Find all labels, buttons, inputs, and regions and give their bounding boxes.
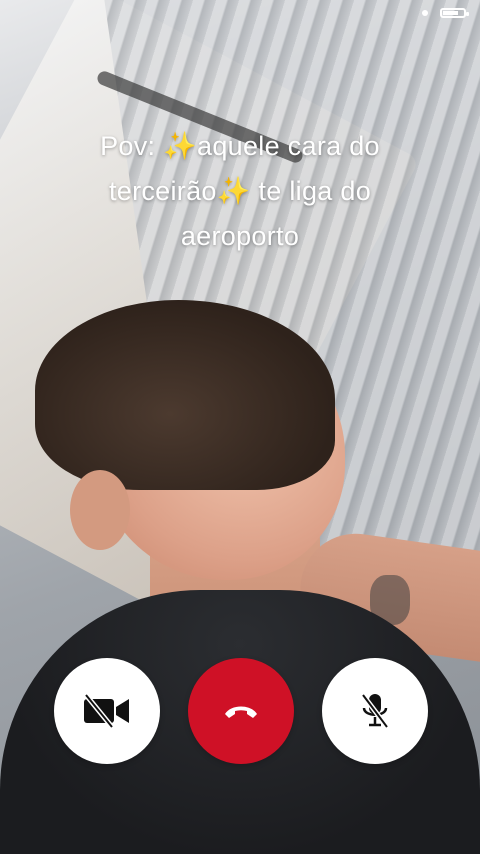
person-ear [70, 470, 130, 550]
toggle-camera-button[interactable] [54, 658, 160, 764]
video-caption: Pov: ✨aquele cara do terceirão✨ te liga … [40, 124, 440, 259]
phone-hangup-icon [225, 706, 257, 718]
caption-line-3: aeroporto [180, 221, 300, 251]
signal-icon [420, 8, 430, 18]
call-controls-bar [0, 658, 480, 768]
caption-line-2: terceirão✨ te liga do [108, 176, 372, 206]
end-call-button[interactable] [188, 658, 294, 764]
mic-off-icon [361, 693, 389, 729]
toggle-mic-button[interactable] [322, 658, 428, 764]
battery-icon [440, 8, 469, 18]
camera-off-icon [84, 693, 129, 729]
caption-line-1: Pov: ✨aquele cara do [100, 131, 380, 161]
